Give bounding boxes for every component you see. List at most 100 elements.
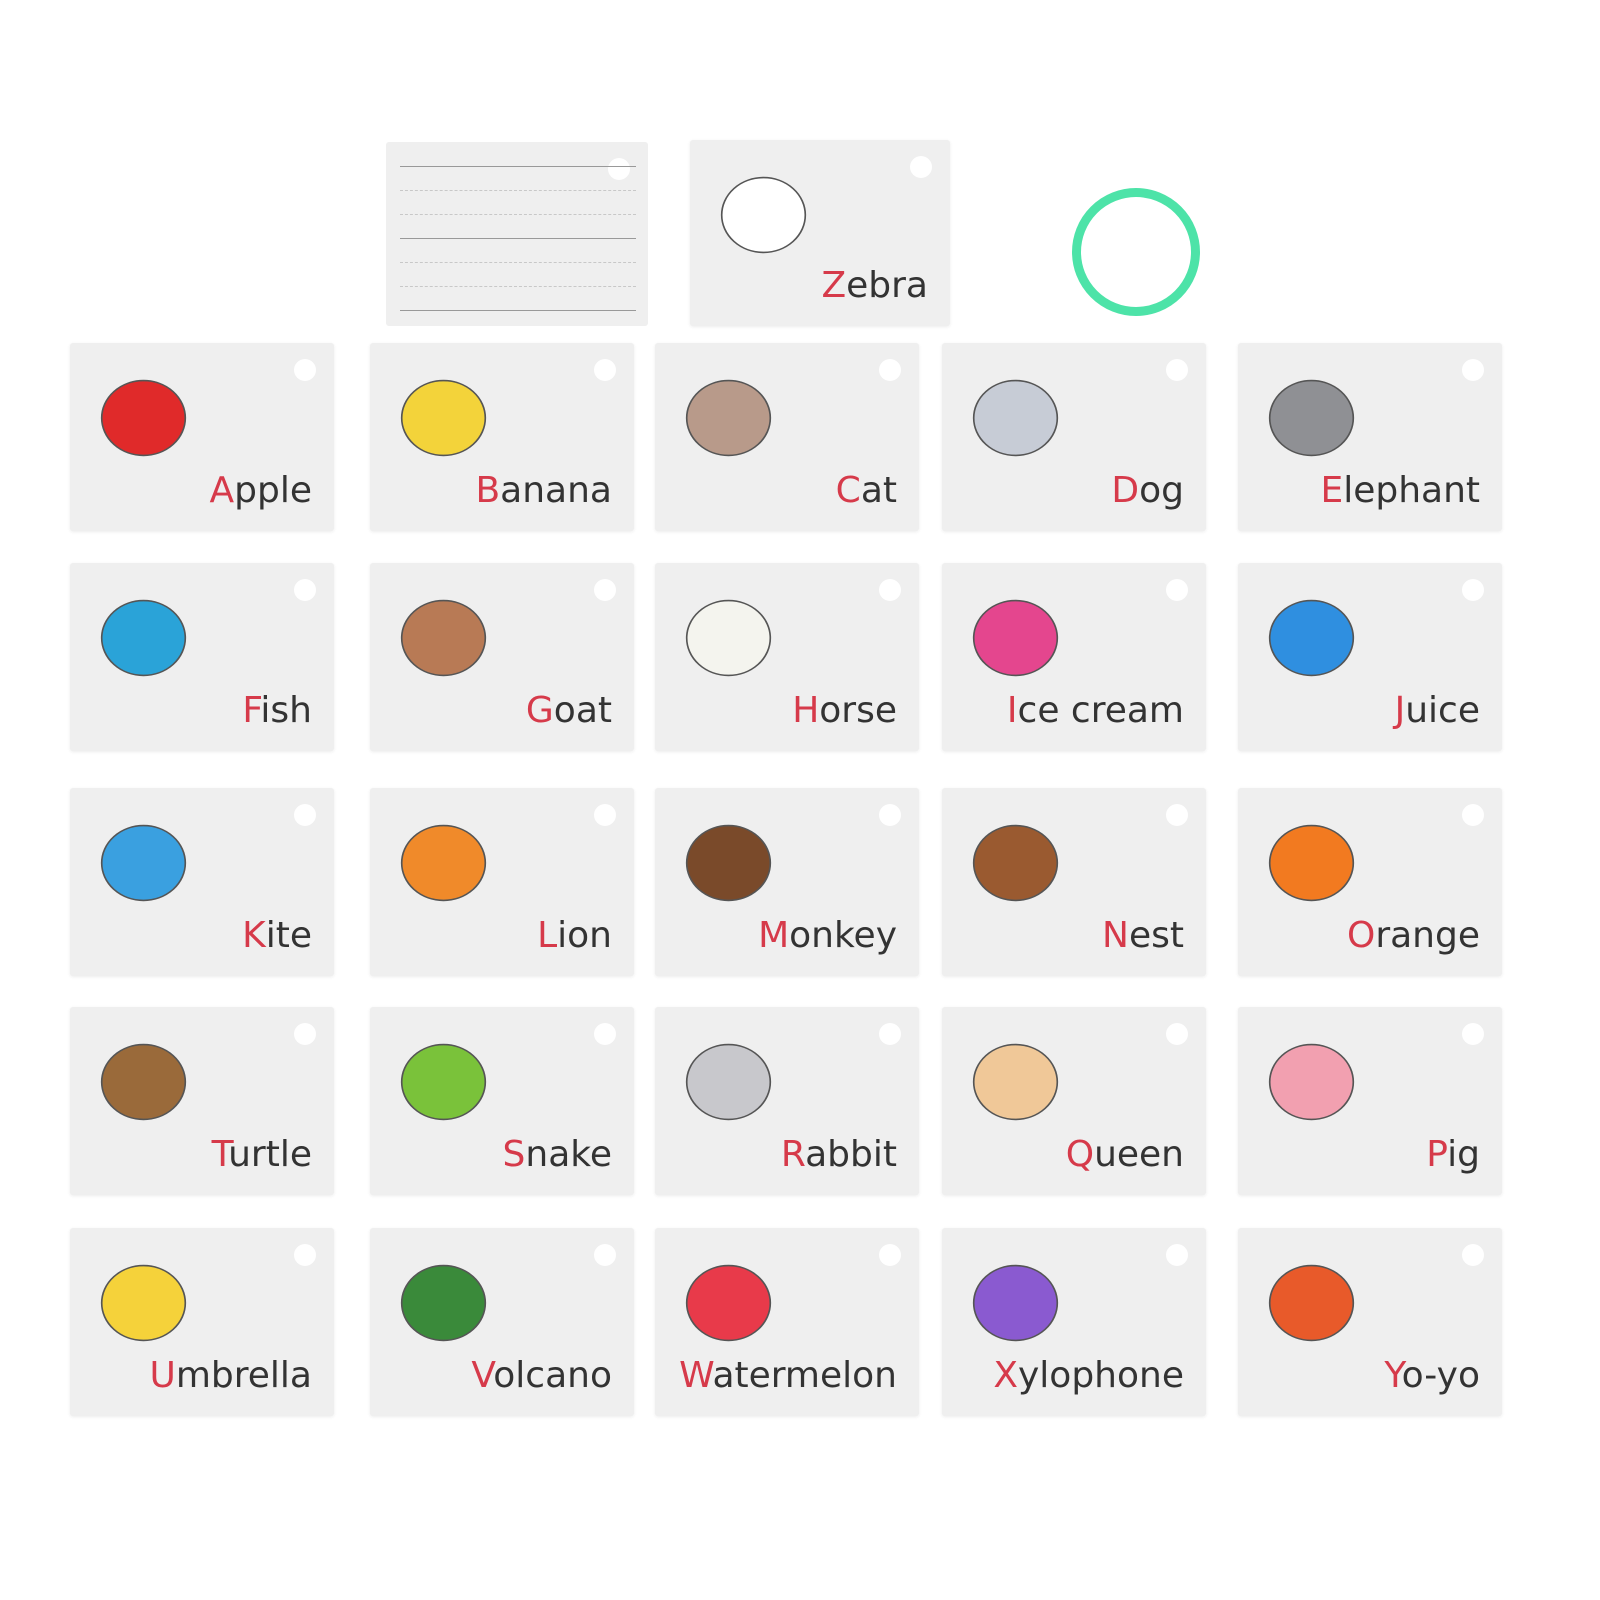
flashcard-volcano[interactable]: Volcano — [370, 1228, 634, 1416]
card-word: Monkey — [758, 915, 897, 956]
umbrella-icon — [100, 1264, 187, 1342]
card-hole — [294, 1244, 316, 1266]
flashcard-nest[interactable]: Nest — [942, 788, 1206, 976]
card-hole — [1166, 1023, 1188, 1045]
snake-icon — [400, 1043, 487, 1121]
flashcard-snake[interactable]: Snake — [370, 1007, 634, 1195]
card-word: Horse — [792, 690, 897, 731]
card-hole — [879, 1244, 901, 1266]
flashcard-watermelon[interactable]: Watermelon — [655, 1228, 919, 1416]
card-hole — [1166, 804, 1188, 826]
card-hole — [1166, 359, 1188, 381]
blank-lined-card — [386, 142, 648, 326]
card-word: Watermelon — [679, 1355, 897, 1396]
card-word: Turtle — [211, 1134, 312, 1175]
card-hole — [1166, 1244, 1188, 1266]
flashcard-pig[interactable]: Pig — [1238, 1007, 1502, 1195]
card-hole — [879, 579, 901, 601]
zebra-icon — [720, 176, 807, 254]
flashcard-queen[interactable]: Queen — [942, 1007, 1206, 1195]
yo-yo-icon — [1268, 1264, 1355, 1342]
writing-line — [400, 310, 636, 311]
card-hole — [1462, 804, 1484, 826]
horse-icon — [685, 599, 772, 677]
flashcard-umbrella[interactable]: Umbrella — [70, 1228, 334, 1416]
card-word: Dog — [1111, 470, 1184, 511]
card-hole — [608, 158, 630, 180]
rabbit-icon — [685, 1043, 772, 1121]
kite-icon — [100, 824, 187, 902]
binder-ring — [1072, 188, 1200, 316]
card-word: Fish — [242, 690, 312, 731]
dog-icon — [972, 379, 1059, 457]
flashcard-orange[interactable]: Orange — [1238, 788, 1502, 976]
card-hole — [594, 804, 616, 826]
card-hole — [879, 804, 901, 826]
card-word: Apple — [209, 470, 313, 511]
card-hole — [594, 579, 616, 601]
card-hole — [879, 1023, 901, 1045]
turtle-icon — [100, 1043, 187, 1121]
card-hole — [594, 1023, 616, 1045]
xylophone-icon — [972, 1264, 1059, 1342]
flashcard-kite[interactable]: Kite — [70, 788, 334, 976]
card-word: Ice cream — [1006, 690, 1184, 731]
card-word: Xylophone — [993, 1355, 1184, 1396]
flashcard-cat[interactable]: Cat — [655, 343, 919, 531]
cat-icon — [685, 379, 772, 457]
card-hole — [879, 359, 901, 381]
card-word: Rabbit — [780, 1134, 897, 1175]
flashcard-rabbit[interactable]: Rabbit — [655, 1007, 919, 1195]
writing-guide — [400, 262, 636, 263]
flashcard-dog[interactable]: Dog — [942, 343, 1206, 531]
card-hole — [294, 359, 316, 381]
banana-icon — [400, 379, 487, 457]
writing-guide — [400, 286, 636, 287]
queen-icon — [972, 1043, 1059, 1121]
card-word: Elephant — [1320, 470, 1480, 511]
card-hole — [594, 1244, 616, 1266]
card-hole — [1462, 579, 1484, 601]
card-hole — [1462, 359, 1484, 381]
juice-box-icon — [1268, 599, 1355, 677]
watermelon-icon — [685, 1264, 772, 1342]
elephant-icon — [1268, 379, 1355, 457]
flashcard-horse[interactable]: Horse — [655, 563, 919, 751]
pig-icon — [1268, 1043, 1355, 1121]
flashcard-fish[interactable]: Fish — [70, 563, 334, 751]
card-word: Umbrella — [149, 1355, 312, 1396]
card-word: Pig — [1426, 1134, 1480, 1175]
orange-icon — [1268, 824, 1355, 902]
card-word: Juice — [1394, 690, 1480, 731]
flashcard-ice-cream[interactable]: Ice cream — [942, 563, 1206, 751]
card-word: Zebra — [821, 265, 928, 306]
flashcard-monkey[interactable]: Monkey — [655, 788, 919, 976]
card-word: Kite — [242, 915, 312, 956]
card-hole — [294, 579, 316, 601]
flashcard-apple[interactable]: Apple — [70, 343, 334, 531]
card-word: Lion — [537, 915, 612, 956]
flashcard-xylophone[interactable]: Xylophone — [942, 1228, 1206, 1416]
card-hole — [1166, 579, 1188, 601]
flashcard-yo-yo[interactable]: Yo-yo — [1238, 1228, 1502, 1416]
flashcard-juice-box[interactable]: Juice — [1238, 563, 1502, 751]
card-word: Nest — [1102, 915, 1184, 956]
flashcard-elephant[interactable]: Elephant — [1238, 343, 1502, 531]
flashcard-banana[interactable]: Banana — [370, 343, 634, 531]
flashcard-turtle[interactable]: Turtle — [70, 1007, 334, 1195]
writing-guide — [400, 214, 636, 215]
card-hole — [594, 359, 616, 381]
card-word: Orange — [1346, 915, 1480, 956]
nest-icon — [972, 824, 1059, 902]
flashcard-zebra[interactable]: Zebra — [690, 140, 950, 326]
card-word: Volcano — [471, 1355, 612, 1396]
flashcard-lion[interactable]: Lion — [370, 788, 634, 976]
lion-icon — [400, 824, 487, 902]
fish-icon — [100, 599, 187, 677]
writing-guide — [400, 190, 636, 191]
card-hole — [1462, 1244, 1484, 1266]
card-word: Banana — [475, 470, 612, 511]
volcano-icon — [400, 1264, 487, 1342]
flashcard-goat[interactable]: Goat — [370, 563, 634, 751]
apple-icon — [100, 379, 187, 457]
